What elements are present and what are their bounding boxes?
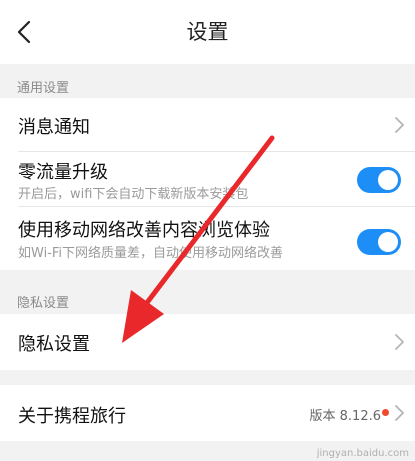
row-subtitle: 如Wi-Fi下网络质量差，自动使用移动网络改善 [18,246,284,261]
row-label: 关于携程旅行 [18,406,126,427]
chevron-right-icon [395,405,404,421]
section-title-general: 通用设置 [17,81,70,96]
row-subtitle: 开启后，wifi下会自动下载新版本安装包 [18,187,249,202]
chevron-right-icon [395,334,404,350]
nav-bar: 设置 [0,0,415,64]
row-privacy[interactable]: 隐私设置 [0,314,415,370]
row-mobile-network: 使用移动网络改善内容浏览体验 如Wi-Fi下网络质量差，自动使用移动网络改善 [0,207,415,270]
section-title-privacy: 隐私设置 [17,296,70,311]
update-badge-dot [382,409,389,416]
toggle-knob [378,170,398,190]
watermark: jingyan.baidu.com [316,448,409,459]
row-label: 使用移动网络改善内容浏览体验 [18,220,270,241]
zero-data-upgrade-toggle[interactable] [357,167,401,193]
version-label: 版本 8.12.6 [309,409,381,424]
row-label: 消息通知 [18,117,90,138]
row-about[interactable]: 关于携程旅行 版本 8.12.6 [0,385,415,441]
row-zero-data-upgrade: 零流量升级 开启后，wifi下会自动下载新版本安装包 [0,152,415,207]
chevron-right-icon [395,117,404,133]
row-label: 隐私设置 [18,334,90,355]
row-label: 零流量升级 [18,162,108,183]
page-title: 设置 [186,20,229,44]
row-notifications[interactable]: 消息通知 [0,98,415,152]
mobile-network-toggle[interactable] [357,229,401,255]
toggle-knob [378,232,398,252]
